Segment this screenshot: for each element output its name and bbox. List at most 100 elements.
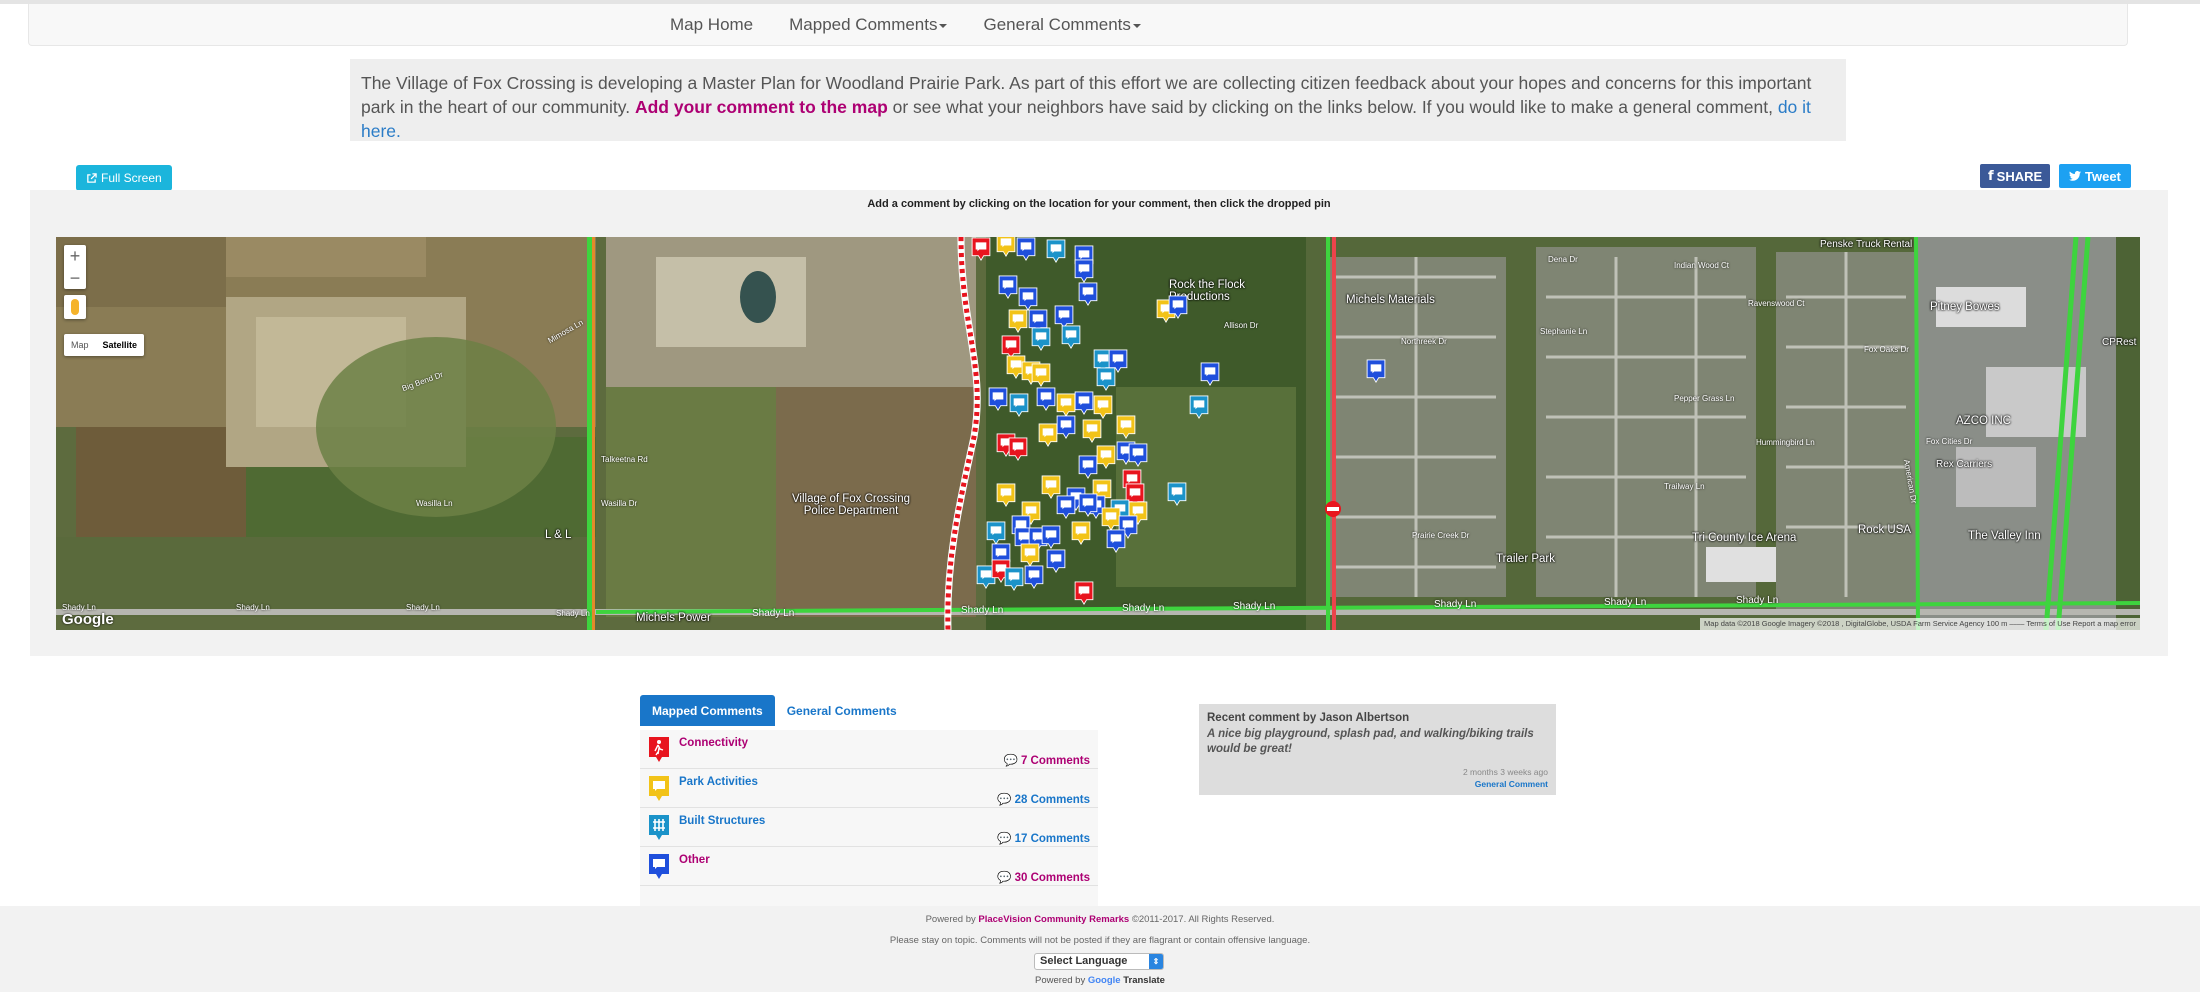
comment-pin-icon[interactable] <box>1009 393 1029 417</box>
comment-pin-icon[interactable] <box>1046 549 1066 573</box>
place-rex-carriers[interactable]: Rex Carriers <box>1936 459 1992 470</box>
comment-pin-icon[interactable] <box>1078 493 1098 517</box>
street-label: Fox Cities Dr <box>1926 437 1973 446</box>
map-type-satellite[interactable]: Satellite <box>96 334 145 356</box>
place-trailer-park[interactable]: Trailer Park <box>1496 553 1555 565</box>
comment-pin-icon[interactable] <box>1016 237 1036 261</box>
street-view-pegman-icon[interactable] <box>64 295 86 319</box>
category-count[interactable]: 💬 7 Comments <box>1003 753 1090 767</box>
translate-label[interactable]: Translate <box>1121 975 1165 986</box>
comment-pin-icon[interactable] <box>1093 395 1113 419</box>
place-michels-materials[interactable]: Michels Materials <box>1346 294 1435 306</box>
comment-pin-icon[interactable] <box>1061 325 1081 349</box>
place-cprest[interactable]: CPRest <box>2102 337 2136 348</box>
place-pitney-bowes[interactable]: Pitney Bowes <box>1930 301 2000 313</box>
map-type-map[interactable]: Map <box>64 334 96 356</box>
category-name[interactable]: Built Structures <box>679 815 765 827</box>
recent-comment-text: A nice big playground, splash pad, and w… <box>1207 728 1534 755</box>
place-michels-power[interactable]: Michels Power <box>636 612 711 624</box>
comment-pin-icon[interactable] <box>1128 443 1148 467</box>
comment-pin-icon[interactable] <box>988 387 1008 411</box>
place-rock-usa[interactable]: Rock USA <box>1858 524 1911 536</box>
nav-map-home[interactable]: Map Home <box>664 15 759 35</box>
recent-comment-type-link[interactable]: General Comment <box>1475 779 1548 789</box>
category-name[interactable]: Connectivity <box>679 737 748 749</box>
category-count[interactable]: 💬 30 Comments <box>997 870 1090 884</box>
comment-pin-icon[interactable] <box>986 521 1006 545</box>
facebook-share-button[interactable]: f SHARE <box>1980 164 2051 188</box>
comment-pin-icon[interactable] <box>1018 287 1038 311</box>
comment-pin-icon[interactable] <box>1096 367 1116 391</box>
comment-pin-icon[interactable] <box>1074 259 1094 283</box>
tab-general-comments[interactable]: General Comments <box>775 695 909 726</box>
comment-pin-icon[interactable] <box>1200 362 1220 386</box>
nav-mapped-comments[interactable]: Mapped Comments <box>783 15 953 35</box>
comment-pin-icon[interactable] <box>1041 525 1061 549</box>
comment-pin-icon[interactable] <box>1031 363 1051 387</box>
comments-icon: 💬 <box>997 833 1015 845</box>
street-label: Hummingbird Ln <box>1756 438 1815 447</box>
external-link-icon <box>87 172 97 183</box>
comment-pin-icon[interactable] <box>998 275 1018 299</box>
add-comment-link[interactable]: Add your comment to the map <box>635 97 888 117</box>
comment-pin-icon[interactable] <box>1024 565 1044 589</box>
comment-pin-icon[interactable] <box>1167 482 1187 506</box>
comment-pin-icon[interactable] <box>1189 395 1209 419</box>
comment-pin-icon[interactable] <box>1082 419 1102 443</box>
caret-down-icon <box>939 23 948 28</box>
list-item[interactable]: Park Activities 💬 28 Comments <box>640 769 1098 808</box>
satellite-map[interactable]: + − Map Satellite Penske Truck Rental Ro… <box>56 237 2140 630</box>
comment-pin-icon[interactable] <box>1106 529 1126 553</box>
comment-pin-icon[interactable] <box>1056 495 1076 519</box>
street-label: Northreek Dr <box>1401 337 1447 346</box>
comment-pin-icon[interactable] <box>1096 445 1116 469</box>
comment-pin-icon[interactable] <box>1038 423 1058 447</box>
zoom-in-button[interactable]: + <box>64 245 86 267</box>
full-screen-button[interactable]: Full Screen <box>76 165 172 191</box>
comment-pin-icon[interactable] <box>1078 455 1098 479</box>
comment-pin-icon[interactable] <box>996 483 1016 507</box>
list-item[interactable]: Connectivity 💬 7 Comments <box>640 730 1098 769</box>
google-logo-text[interactable]: Google <box>1088 975 1121 986</box>
tab-mapped-comments[interactable]: Mapped Comments <box>640 695 775 726</box>
place-tri-county-ice-arena[interactable]: Tri County Ice Arena <box>1692 532 1796 544</box>
comment-pin-icon[interactable] <box>971 237 991 261</box>
comment-pin-icon[interactable] <box>1071 521 1091 545</box>
map-type-control: Map Satellite <box>64 334 145 356</box>
comment-pin-icon[interactable] <box>1116 415 1136 439</box>
comment-pin-icon[interactable] <box>1074 581 1094 605</box>
category-name[interactable]: Park Activities <box>679 776 758 788</box>
category-name[interactable]: Other <box>679 854 710 866</box>
map-attribution[interactable]: Map data ©2018 Google Imagery ©2018 , Di… <box>1700 618 2140 630</box>
comment-pin-icon[interactable] <box>1008 309 1028 333</box>
comment-pin-icon[interactable] <box>1078 282 1098 306</box>
comment-pin-icon[interactable] <box>1366 359 1386 383</box>
place-azco[interactable]: AZCO INC <box>1956 415 2011 427</box>
category-count[interactable]: 💬 28 Comments <box>997 792 1090 806</box>
comment-pin-icon[interactable] <box>1168 295 1188 319</box>
category-count[interactable]: 💬 17 Comments <box>997 831 1090 845</box>
tweet-button[interactable]: Tweet <box>2059 164 2131 188</box>
comment-pin-icon[interactable] <box>1031 327 1051 351</box>
comment-pin-icon[interactable] <box>1074 391 1094 415</box>
zoom-out-button[interactable]: − <box>64 267 86 289</box>
comment-pin-icon[interactable] <box>1008 437 1028 461</box>
comment-pin-icon[interactable] <box>1036 387 1056 411</box>
comment-pin-icon[interactable] <box>1056 415 1076 439</box>
place-l-and-l[interactable]: L & L <box>545 529 571 541</box>
twitter-icon <box>2069 171 2081 181</box>
select-language-dropdown[interactable]: Select Language ⇕ <box>1034 953 1164 970</box>
nav-general-comments[interactable]: General Comments <box>977 15 1146 35</box>
place-valley-inn[interactable]: The Valley Inn <box>1968 530 2041 542</box>
caret-down-icon <box>1132 23 1141 28</box>
comment-pin-icon[interactable] <box>996 237 1016 257</box>
place-penske[interactable]: Penske Truck Rental <box>1820 239 1912 250</box>
list-item[interactable]: Built Structures 💬 17 Comments <box>640 808 1098 847</box>
place-police-dept[interactable]: Village of Fox Crossing Police Departmen… <box>786 493 916 517</box>
comment-pin-icon[interactable] <box>1020 543 1040 567</box>
comment-pin-icon[interactable] <box>1056 393 1076 417</box>
comment-pin-icon[interactable] <box>1004 567 1024 591</box>
comment-pin-icon[interactable] <box>1046 239 1066 263</box>
placevision-link[interactable]: PlaceVision Community Remarks <box>978 914 1129 925</box>
list-item[interactable]: Other 💬 30 Comments <box>640 847 1098 886</box>
